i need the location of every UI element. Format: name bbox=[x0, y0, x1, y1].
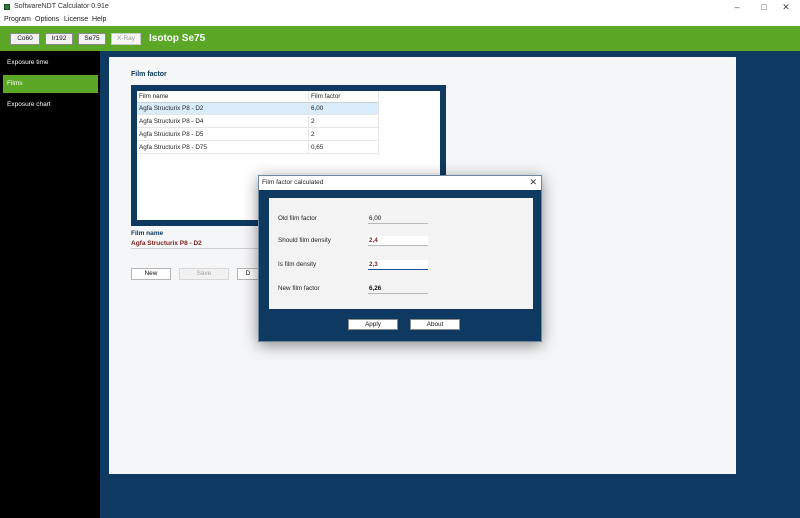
dialog-form: Old film factor 6,00 Should film density… bbox=[269, 198, 533, 309]
film-name-cell: Agfa Structurix P8 - D5 bbox=[137, 129, 309, 141]
minimize-button[interactable]: – bbox=[723, 0, 751, 15]
new-button[interactable]: New bbox=[131, 268, 171, 280]
current-isotope-title: Isotop Se75 bbox=[149, 33, 206, 44]
table-row[interactable]: Agfa Structurix P8 - D4 2 bbox=[137, 116, 379, 128]
grid-header: Film name Film factor bbox=[137, 91, 379, 103]
app-icon bbox=[4, 4, 10, 10]
delete-button[interactable]: D bbox=[237, 268, 259, 280]
title-bar: SoftwareNDT Calculator 0.91e – □ ✕ bbox=[0, 0, 800, 15]
is-density-input[interactable]: 2,3 bbox=[368, 260, 428, 270]
menu-license[interactable]: License bbox=[64, 16, 88, 23]
table-row[interactable]: Agfa Structurix P8 - D5 2 bbox=[137, 129, 379, 141]
window-title: SoftwareNDT Calculator 0.91e bbox=[14, 3, 109, 10]
table-row[interactable]: Agfa Structurix P8 - D75 0,65 bbox=[137, 142, 379, 154]
dialog-title-bar: Film factor calculated ✕ bbox=[259, 176, 541, 190]
sidebar-item-exposure-chart[interactable]: Exposure chart bbox=[3, 96, 98, 114]
isotope-se75-button[interactable]: Se75 bbox=[78, 33, 106, 45]
film-name-cell: Agfa Structurix P8 - D75 bbox=[137, 142, 309, 154]
save-button[interactable]: Save bbox=[179, 268, 229, 280]
old-film-factor-value: 6,00 bbox=[368, 214, 428, 224]
should-density-input[interactable]: 2,4 bbox=[368, 236, 428, 246]
is-density-label: Is film density bbox=[278, 261, 317, 268]
film-factor-cell: 6,00 bbox=[309, 103, 379, 115]
film-factor-dialog: Film factor calculated ✕ Old film factor… bbox=[258, 175, 542, 342]
new-film-factor-value: 6,26 bbox=[368, 284, 428, 294]
menu-help[interactable]: Help bbox=[92, 16, 106, 23]
sidebar-item-exposure-time[interactable]: Exposure time bbox=[3, 54, 98, 72]
film-factor-cell: 0,65 bbox=[309, 142, 379, 154]
close-icon[interactable]: ✕ bbox=[529, 177, 537, 188]
sidebar: Exposure time Films Exposure chart bbox=[0, 51, 100, 518]
apply-button[interactable]: Apply bbox=[348, 319, 398, 330]
should-density-label: Should film density bbox=[278, 237, 331, 244]
column-header-film-name[interactable]: Film name bbox=[137, 91, 309, 103]
sidebar-item-films[interactable]: Films bbox=[3, 75, 98, 93]
isotope-toolbar: Co60 Ir192 Se75 X-Ray Isotop Se75 bbox=[0, 26, 800, 51]
isotope-ir192-button[interactable]: Ir192 bbox=[45, 33, 73, 45]
menu-options[interactable]: Options bbox=[35, 16, 59, 23]
about-button[interactable]: About bbox=[410, 319, 460, 330]
section-title: Film factor bbox=[131, 71, 167, 78]
new-film-factor-label: New film factor bbox=[278, 285, 320, 292]
dialog-title: Film factor calculated bbox=[262, 179, 324, 186]
isotope-xray-button[interactable]: X-Ray bbox=[111, 33, 141, 45]
isotope-co60-button[interactable]: Co60 bbox=[10, 33, 40, 45]
film-name-field[interactable]: Agfa Structurix P8 - D2 bbox=[131, 238, 261, 249]
film-name-cell: Agfa Structurix P8 - D4 bbox=[137, 116, 309, 128]
column-header-film-factor[interactable]: Film factor bbox=[309, 91, 379, 103]
film-name-cell: Agfa Structurix P8 - D2 bbox=[137, 103, 309, 115]
close-window-button[interactable]: ✕ bbox=[772, 0, 800, 15]
old-film-factor-label: Old film factor bbox=[278, 215, 317, 222]
film-factor-cell: 2 bbox=[309, 129, 379, 141]
menu-bar: Program Options License Help bbox=[0, 15, 800, 26]
table-row[interactable]: Agfa Structurix P8 - D2 6,00 bbox=[137, 103, 379, 115]
film-factor-cell: 2 bbox=[309, 116, 379, 128]
menu-program[interactable]: Program bbox=[4, 16, 31, 23]
film-name-label: Film name bbox=[131, 230, 164, 237]
